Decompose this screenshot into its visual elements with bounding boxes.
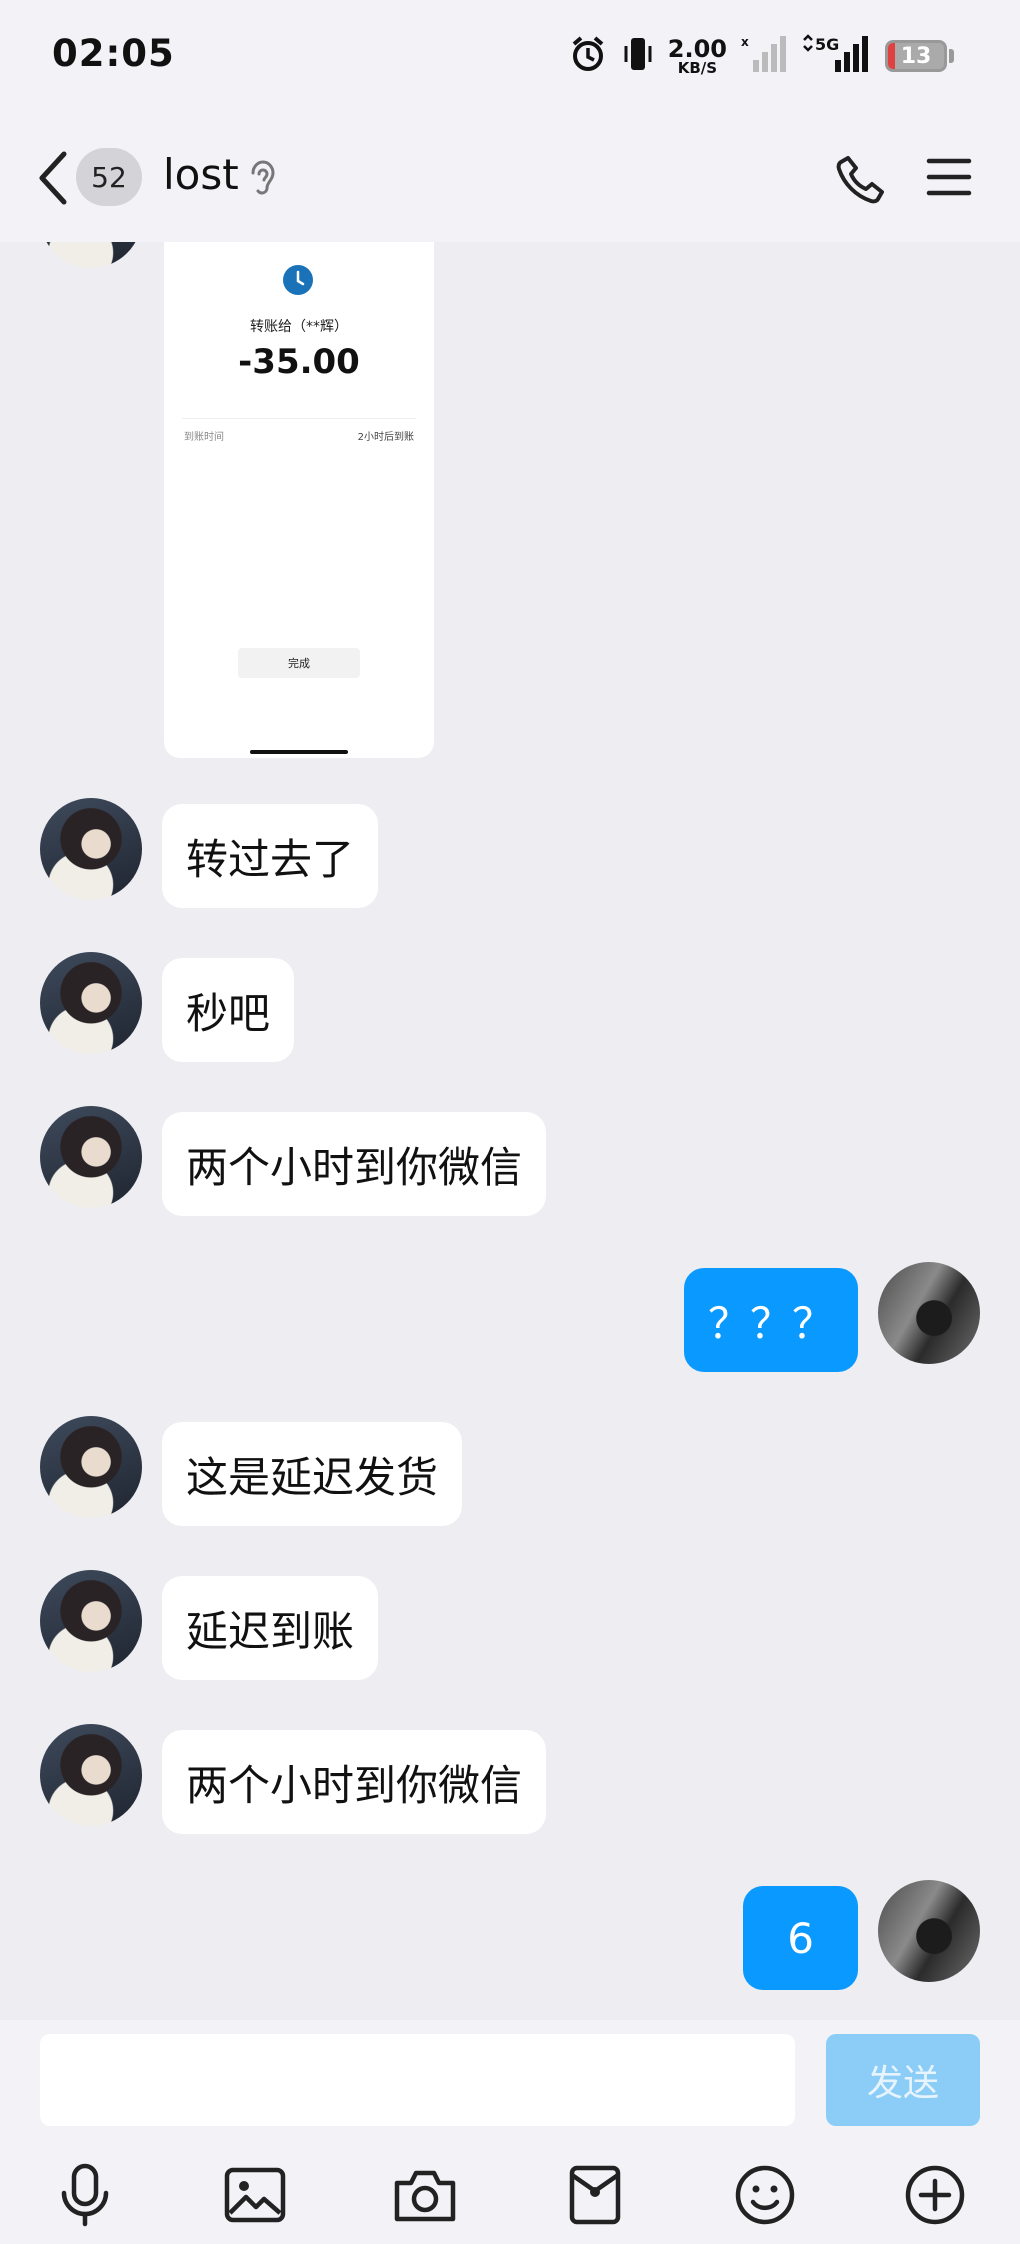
- composer-toolbar: [0, 2160, 1020, 2230]
- incoming-message[interactable]: 两个小时到你微信: [162, 1112, 547, 1216]
- outgoing-message[interactable]: ？？？: [683, 1268, 858, 1372]
- back-button[interactable]: [34, 150, 74, 206]
- arrival-time-value: 2小时后到账: [357, 432, 414, 443]
- camera-icon[interactable]: [390, 2160, 460, 2230]
- incoming-message[interactable]: 转过去了: [162, 804, 379, 908]
- battery-nub: [949, 49, 954, 63]
- more-menu-button[interactable]: [926, 156, 972, 198]
- transfer-amount: -35.00: [238, 342, 360, 382]
- battery-icon: 13: [885, 40, 947, 72]
- contact-name[interactable]: lost: [163, 150, 239, 199]
- composer: 发送: [0, 2020, 1020, 2244]
- home-indicator: [250, 750, 348, 754]
- contact-avatar[interactable]: [40, 1416, 142, 1518]
- svg-text:x: x: [741, 35, 749, 49]
- menu-icon: [926, 158, 972, 196]
- incoming-message[interactable]: 秒吧: [162, 958, 295, 1062]
- transfer-recipient: 转账给（**辉）: [250, 319, 348, 335]
- done-button: 完成: [238, 648, 360, 678]
- contact-avatar[interactable]: [40, 242, 142, 268]
- signal-5g-icon: 5G: [801, 34, 871, 78]
- battery-level-fill: [888, 43, 896, 69]
- my-avatar[interactable]: [878, 1880, 980, 1982]
- status-time: 02:05: [52, 32, 175, 75]
- alarm-icon: [568, 34, 608, 78]
- battery-percent: 13: [900, 43, 932, 69]
- incoming-message[interactable]: 延迟到账: [162, 1576, 379, 1680]
- transfer-screenshot-message[interactable]: 转账给（**辉） -35.00 到账时间 2小时后到账 完成: [164, 242, 434, 758]
- clock-icon: [283, 265, 313, 295]
- network-type: 5G: [815, 35, 839, 54]
- incoming-message[interactable]: 两个小时到你微信: [162, 1730, 547, 1834]
- contact-avatar[interactable]: [40, 1570, 142, 1672]
- net-speed-unit: KB/S: [677, 58, 718, 77]
- status-icons: 2.00 KB/S x 5G 13: [568, 34, 954, 78]
- divider: [182, 418, 416, 419]
- back-icon: [39, 151, 67, 205]
- outgoing-message[interactable]: 6: [743, 1886, 858, 1990]
- contact-avatar[interactable]: [40, 798, 142, 900]
- microphone-icon[interactable]: [50, 2160, 120, 2230]
- sim1-signal-icon: x: [741, 34, 787, 78]
- message-input[interactable]: [40, 2034, 795, 2126]
- chat-header: 52 lost: [0, 110, 1020, 242]
- phone-icon: [836, 156, 884, 204]
- contact-avatar[interactable]: [40, 1106, 142, 1208]
- my-avatar[interactable]: [878, 1262, 980, 1364]
- status-bar: 02:05 2.00 KB/S x 5G 13: [0, 0, 1020, 110]
- incoming-message[interactable]: 这是延迟发货: [162, 1422, 463, 1526]
- unread-count-badge[interactable]: 52: [76, 148, 142, 206]
- contact-avatar[interactable]: [40, 1724, 142, 1826]
- send-button[interactable]: 发送: [826, 2034, 980, 2126]
- net-speed: 2.00 KB/S: [668, 37, 727, 76]
- message-list[interactable]: 转账给（**辉） -35.00 到账时间 2小时后到账 完成 转过去了 秒吧 两…: [0, 242, 1020, 2020]
- emoji-icon[interactable]: [730, 2160, 800, 2230]
- contact-avatar[interactable]: [40, 952, 142, 1054]
- vibrate-icon: [622, 34, 654, 78]
- image-icon[interactable]: [220, 2160, 290, 2230]
- arrival-time-label: 到账时间: [184, 432, 224, 443]
- net-speed-value: 2.00: [667, 34, 727, 63]
- plus-icon[interactable]: [900, 2160, 970, 2230]
- voice-call-button[interactable]: [834, 152, 888, 206]
- ear-icon[interactable]: [248, 158, 278, 200]
- red-packet-icon[interactable]: [560, 2160, 630, 2230]
